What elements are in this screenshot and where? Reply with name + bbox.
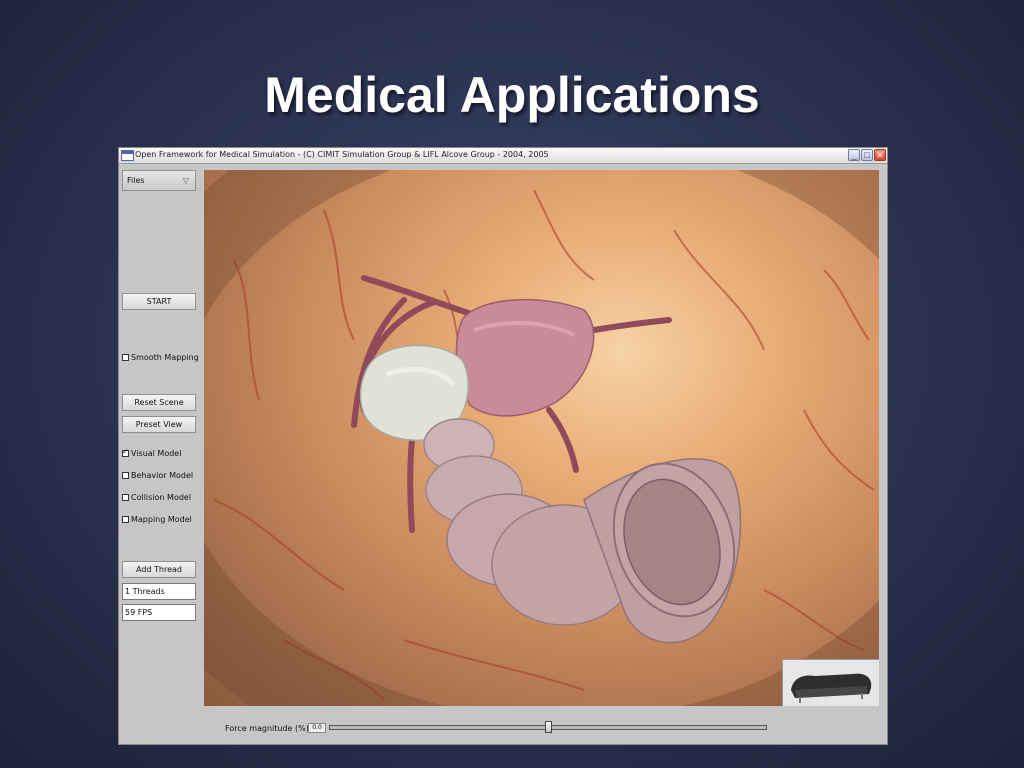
threads-field: 1 Threads xyxy=(122,583,196,600)
minimize-button[interactable]: _ xyxy=(848,149,860,161)
smooth-mapping-label: Smooth Mapping xyxy=(131,353,199,362)
force-magnitude-value[interactable]: 0.0 xyxy=(308,723,326,733)
colon-organ xyxy=(423,418,742,644)
behavior-model-checkbox[interactable]: Behavior Model xyxy=(122,471,193,480)
start-button[interactable]: START xyxy=(122,293,196,310)
chevron-down-icon: ▽ xyxy=(182,176,189,185)
force-control-bar: Force magnitude (%) 0.0 xyxy=(119,714,887,744)
collision-model-label: Collision Model xyxy=(131,493,192,502)
sofa-icon xyxy=(783,660,879,706)
collision-model-checkbox[interactable]: Collision Model xyxy=(122,493,191,502)
app-window: Open Framework for Medical Simulation - … xyxy=(118,147,888,745)
maximize-button[interactable]: □ xyxy=(861,149,873,161)
visual-model-label: Visual Model xyxy=(131,449,182,458)
smooth-mapping-checkbox[interactable]: Smooth Mapping xyxy=(122,353,199,362)
close-button[interactable]: ✕ xyxy=(874,149,886,161)
files-dropdown-label: Files xyxy=(127,176,145,185)
mapping-model-label: Mapping Model xyxy=(131,515,192,524)
window-titlebar[interactable]: Open Framework for Medical Simulation - … xyxy=(119,148,887,164)
behavior-model-label: Behavior Model xyxy=(131,471,194,480)
smooth-mapping-box[interactable] xyxy=(122,354,129,361)
force-magnitude-label: Force magnitude (%) xyxy=(225,724,309,733)
visual-model-checkbox[interactable]: Visual Model xyxy=(122,447,182,458)
files-dropdown[interactable]: Files ▽ xyxy=(122,170,196,191)
reset-scene-button[interactable]: Reset Scene xyxy=(122,394,196,411)
mapping-model-checkbox[interactable]: Mapping Model xyxy=(122,515,192,524)
surgical-scene xyxy=(204,170,879,706)
mapping-model-box[interactable] xyxy=(122,516,129,523)
fps-field: 59 FPS xyxy=(122,604,196,621)
add-thread-button[interactable]: Add Thread xyxy=(122,561,196,578)
control-sidebar: Files ▽ START Smooth Mapping Reset Scene… xyxy=(119,164,203,744)
collision-model-box[interactable] xyxy=(122,494,129,501)
behavior-model-box[interactable] xyxy=(122,472,129,479)
sofa-thumbnail[interactable] xyxy=(782,659,879,706)
visual-model-box[interactable] xyxy=(122,447,129,457)
tunnel-shadow xyxy=(204,170,879,706)
window-app-icon[interactable] xyxy=(121,150,134,161)
preset-view-button[interactable]: Preset View xyxy=(122,416,196,433)
bladder-organ xyxy=(455,298,595,417)
force-slider-thumb[interactable] xyxy=(544,721,552,733)
window-title: Open Framework for Medical Simulation - … xyxy=(135,150,549,159)
slide-title: Medical Applications xyxy=(264,67,760,123)
3d-viewport[interactable] xyxy=(204,170,879,706)
